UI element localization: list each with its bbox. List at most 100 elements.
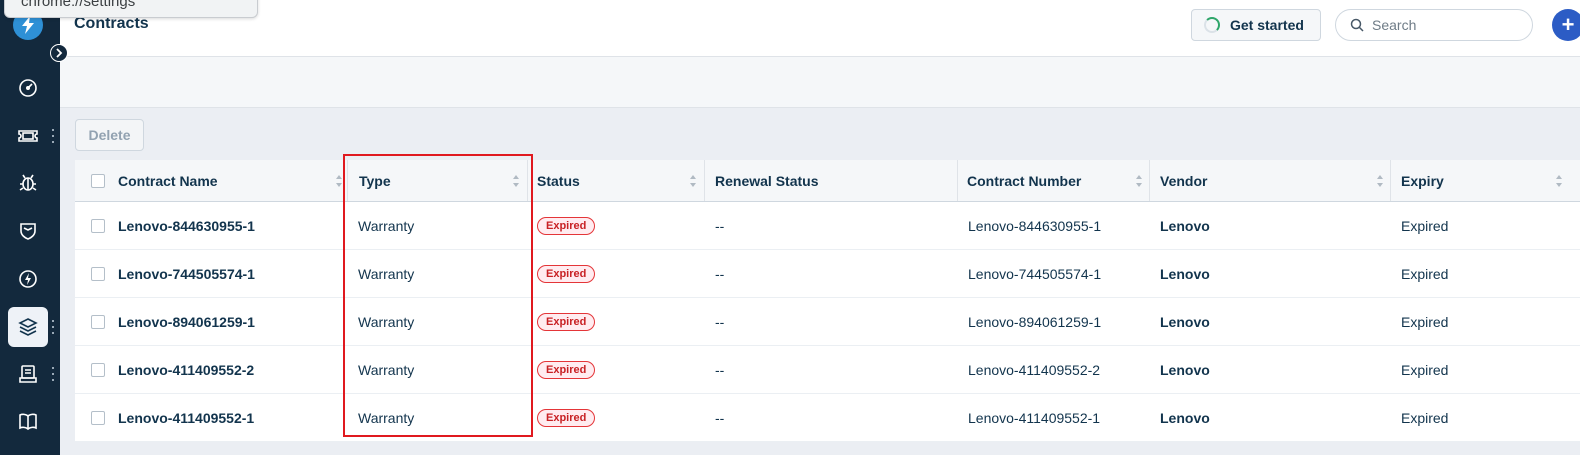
sidebar-item-dashboard[interactable] [8, 68, 48, 108]
contract-number-cell: Lenovo-411409552-1 [968, 409, 1101, 426]
table-row[interactable]: Lenovo-744505574-1 Warranty Expired -- L… [75, 250, 1580, 298]
renewal-status-cell: -- [715, 217, 725, 234]
layers-icon [18, 318, 38, 336]
column-header-type[interactable]: Type [359, 160, 391, 201]
expiry-cell: Expired [1401, 217, 1449, 234]
lightning-logo-icon [22, 16, 34, 34]
column-divider[interactable] [347, 160, 348, 201]
renewal-status-cell: -- [715, 361, 725, 378]
sidebar-item-assets-menu[interactable] [51, 320, 55, 334]
filter-band [60, 57, 1580, 108]
shield-icon [20, 223, 36, 240]
expiry-cell: Expired [1401, 409, 1449, 426]
row-checkbox[interactable] [91, 362, 105, 377]
row-checkbox[interactable] [91, 314, 105, 329]
column-divider[interactable] [1149, 160, 1150, 201]
delete-button[interactable]: Delete [75, 119, 144, 151]
renewal-status-cell: -- [715, 409, 725, 426]
sidebar-item-security[interactable] [8, 211, 48, 251]
sidebar-item-tickets-menu[interactable] [51, 129, 55, 143]
renewal-status-cell: -- [715, 265, 725, 282]
search-input[interactable] [1372, 17, 1512, 33]
expiry-cell: Expired [1401, 361, 1449, 378]
status-cell: Expired [537, 298, 596, 345]
sidebar-item-problems[interactable] [8, 163, 48, 203]
status-cell: Expired [537, 250, 596, 297]
sort-icon[interactable] [513, 175, 519, 187]
sort-icon[interactable] [1556, 175, 1562, 187]
contract-name-link[interactable]: Lenovo-744505574-1 [118, 250, 255, 297]
column-header-status[interactable]: Status [537, 160, 580, 201]
contract-name-link[interactable]: Lenovo-411409552-1 [118, 394, 254, 441]
status-cell: Expired [537, 202, 596, 249]
url-tooltip: chrome://settings [4, 0, 258, 18]
status-cell: Expired [537, 394, 596, 441]
table-row[interactable]: Lenovo-844630955-1 Warranty Expired -- L… [75, 202, 1580, 250]
sidebar-item-assets[interactable] [8, 307, 48, 347]
column-header-vendor[interactable]: Vendor [1160, 160, 1207, 201]
get-started-label: Get started [1230, 17, 1304, 33]
ticket-icon [18, 130, 38, 142]
status-badge: Expired [537, 312, 596, 331]
status-badge: Expired [537, 360, 596, 379]
column-header-contract-number[interactable]: Contract Number [967, 160, 1081, 201]
status-badge: Expired [537, 408, 596, 427]
column-header-renewal-status[interactable]: Renewal Status [715, 160, 818, 201]
search-box[interactable] [1335, 9, 1533, 41]
contract-name-link[interactable]: Lenovo-411409552-2 [118, 346, 254, 393]
row-checkbox[interactable] [91, 218, 105, 233]
row-checkbox[interactable] [91, 266, 105, 281]
type-cell: Warranty [358, 265, 415, 282]
table-row[interactable]: Lenovo-411409552-1 Warranty Expired -- L… [75, 394, 1580, 442]
lightning-icon [19, 270, 37, 288]
bug-icon [19, 174, 37, 191]
contracts-table: Contract Name Type Status Renewal Status… [75, 160, 1580, 442]
sort-icon[interactable] [1377, 175, 1383, 187]
get-started-button[interactable]: Get started [1191, 9, 1321, 41]
column-header-expiry[interactable]: Expiry [1401, 160, 1444, 201]
table-row[interactable]: Lenovo-894061259-1 Warranty Expired -- L… [75, 298, 1580, 346]
add-new-button[interactable]: + [1552, 9, 1580, 41]
vendor-cell: Lenovo [1160, 313, 1210, 330]
contract-name-link[interactable]: Lenovo-844630955-1 [118, 202, 255, 249]
renewal-status-cell: -- [715, 313, 725, 330]
column-divider[interactable] [704, 160, 705, 201]
sidebar-item-automation[interactable] [8, 259, 48, 299]
sidebar-item-tickets[interactable] [8, 116, 48, 156]
type-cell: Warranty [358, 217, 415, 234]
column-header-contract-name[interactable]: Contract Name [118, 160, 218, 201]
contract-name-link[interactable]: Lenovo-894061259-1 [118, 298, 255, 345]
sort-icon[interactable] [336, 175, 342, 187]
sidebar-item-inventory-menu[interactable] [51, 367, 55, 381]
table-header-row: Contract Name Type Status Renewal Status… [75, 160, 1580, 202]
row-checkbox[interactable] [91, 410, 105, 425]
type-cell: Warranty [358, 361, 415, 378]
table-row[interactable]: Lenovo-411409552-2 Warranty Expired -- L… [75, 346, 1580, 394]
sidebar-item-knowledge-base[interactable] [8, 401, 48, 441]
vendor-cell: Lenovo [1160, 361, 1210, 378]
contract-number-cell: Lenovo-744505574-1 [968, 265, 1102, 282]
sort-icon[interactable] [690, 175, 696, 187]
status-badge: Expired [537, 216, 596, 235]
gauge-icon [19, 79, 37, 97]
progress-spinner-icon [1204, 17, 1220, 33]
sort-icon[interactable] [1136, 175, 1142, 187]
inventory-icon [19, 365, 37, 383]
book-icon [19, 413, 37, 431]
sidebar-expand-button[interactable] [50, 44, 68, 62]
contract-number-cell: Lenovo-894061259-1 [968, 313, 1102, 330]
select-all-checkbox[interactable] [91, 173, 105, 188]
sidebar [0, 0, 60, 455]
vendor-cell: Lenovo [1160, 265, 1210, 282]
expiry-cell: Expired [1401, 265, 1449, 282]
vendor-cell: Lenovo [1160, 409, 1210, 426]
sidebar-item-inventory[interactable] [8, 354, 48, 394]
status-badge: Expired [537, 264, 596, 283]
column-divider[interactable] [527, 160, 528, 201]
top-header: Contracts Get started + [60, 0, 1580, 57]
type-cell: Warranty [358, 313, 415, 330]
column-divider[interactable] [957, 160, 958, 201]
column-divider[interactable] [1390, 160, 1391, 201]
chevron-right-icon [56, 48, 63, 58]
contract-number-cell: Lenovo-411409552-2 [968, 361, 1101, 378]
